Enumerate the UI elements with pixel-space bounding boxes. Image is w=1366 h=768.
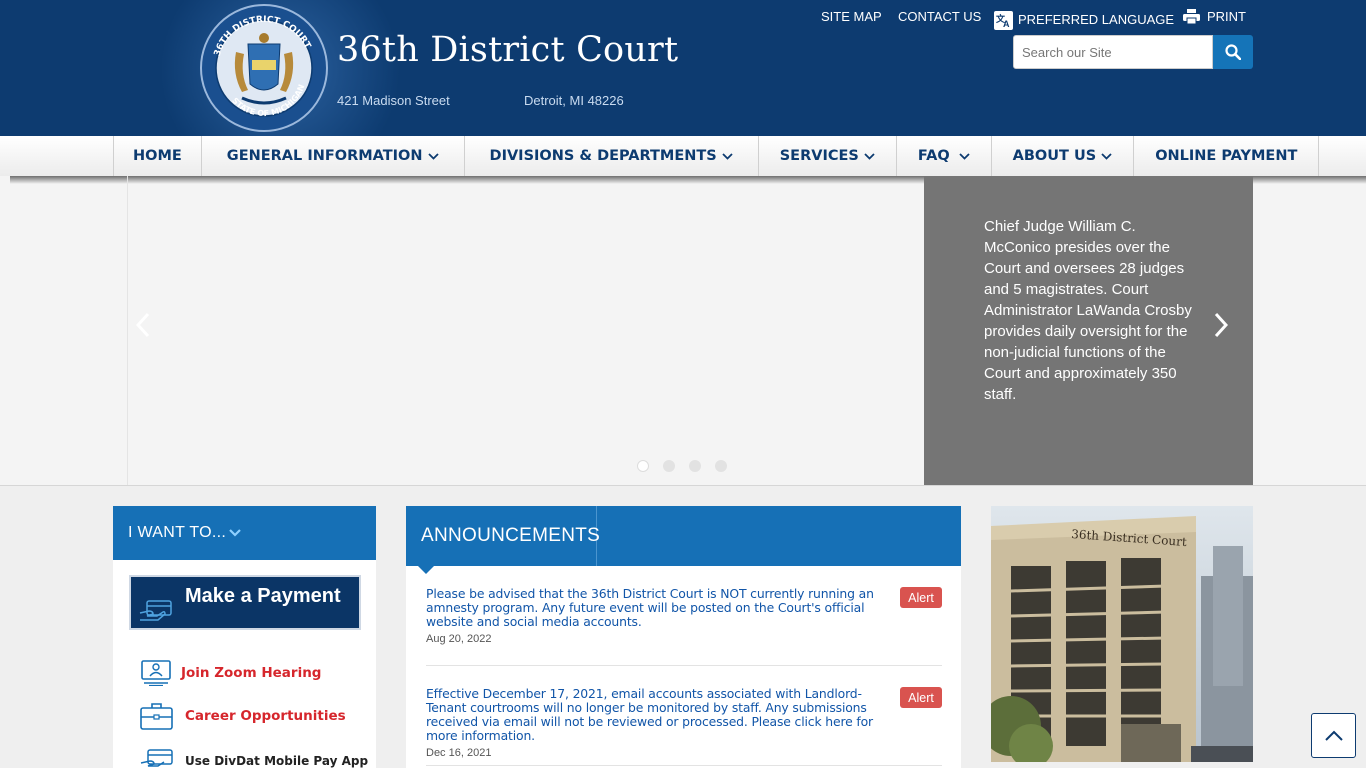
slider-dot-2[interactable] <box>663 460 675 472</box>
slider-dot-1[interactable] <box>637 460 649 472</box>
nav-about-us-label: ABOUT US <box>1012 148 1097 164</box>
site-map-link[interactable]: SITE MAP <box>821 9 882 24</box>
search-icon <box>1225 44 1241 60</box>
announcements-header: ANNOUNCEMENTS <box>406 506 961 574</box>
chevron-down-icon <box>722 152 733 160</box>
nav-general-information-label: GENERAL INFORMATION <box>226 148 423 164</box>
nav-services-label: SERVICES <box>779 148 859 164</box>
announcements-panel: ANNOUNCEMENTS Please be advised that the… <box>406 506 961 768</box>
chevron-down-icon <box>864 152 875 160</box>
slider-prev-button[interactable] <box>128 310 158 340</box>
nav-divisions-departments-label: DIVISIONS & DEPARTMENTS <box>489 148 717 164</box>
main-navigation: HOME GENERAL INFORMATION DIVISIONS & DEP… <box>0 136 1366 176</box>
courthouse-illustration: 36th District Court <box>991 506 1253 762</box>
nav-about-us[interactable]: ABOUT US <box>992 136 1135 176</box>
chevron-down-icon <box>959 152 970 160</box>
slide-caption-text: Chief Judge William C. McConico presides… <box>984 218 1192 403</box>
announcement-item: Effective December 17, 2021, email accou… <box>426 687 942 759</box>
site-header: 36TH DISTRICT COURT STATE OF MICHIGAN 36… <box>0 0 1366 200</box>
preferred-language-link[interactable]: 文A PREFERRED LANGUAGE <box>994 9 1174 30</box>
i-want-to-panel: I WANT TO... Make a Payment Join Zoom He… <box>113 506 376 768</box>
career-opportunities-link[interactable]: Career Opportunities <box>140 702 346 730</box>
site-map-label: SITE MAP <box>821 9 882 24</box>
announcements-tab[interactable]: ANNOUNCEMENTS <box>406 506 601 566</box>
card-payment-icon <box>139 599 172 621</box>
slide-caption-panel: Chief Judge William C. McConico presides… <box>924 176 1253 486</box>
announcement-link[interactable]: Effective December 17, 2021, email accou… <box>426 687 896 743</box>
make-a-payment-label: Make a Payment <box>185 585 341 607</box>
contact-us-label: CONTACT US <box>898 9 982 24</box>
search-input[interactable] <box>1013 35 1213 69</box>
nav-home-label: HOME <box>133 148 182 164</box>
print-link[interactable]: PRINT <box>1183 9 1246 24</box>
site-title[interactable]: 36th District Court <box>337 30 678 70</box>
nav-online-payment[interactable]: ONLINE PAYMENT <box>1134 136 1320 176</box>
search-button[interactable] <box>1213 35 1253 69</box>
contact-us-link[interactable]: CONTACT US <box>898 9 981 24</box>
alert-badge: Alert <box>900 587 942 608</box>
chevron-down-icon <box>229 529 241 537</box>
address-street: 421 Madison Street <box>337 93 450 108</box>
courthouse-photo: 36th District Court <box>991 506 1253 762</box>
back-to-top-button[interactable] <box>1311 713 1356 758</box>
tab-pointer <box>418 566 434 574</box>
nav-online-payment-label: ONLINE PAYMENT <box>1155 148 1298 164</box>
chevron-right-icon <box>1214 312 1228 338</box>
hero-slider: Chief Judge William C. McConico presides… <box>0 176 1366 486</box>
announcement-divider <box>426 665 942 666</box>
divdat-mobile-pay-link[interactable]: Use DivDat Mobile Pay App <box>140 749 368 768</box>
nav-divisions-departments[interactable]: DIVISIONS & DEPARTMENTS <box>465 136 759 176</box>
career-opportunities-label: Career Opportunities <box>185 708 346 724</box>
make-a-payment-button[interactable]: Make a Payment <box>129 575 361 630</box>
announcement-divider <box>426 765 942 766</box>
translate-icon: 文A <box>994 11 1013 30</box>
mobile-pay-icon <box>140 749 173 767</box>
nav-services[interactable]: SERVICES <box>759 136 897 176</box>
printer-icon <box>1183 9 1200 24</box>
preferred-language-label: PREFERRED LANGUAGE <box>1018 12 1175 27</box>
chevron-up-icon <box>1324 730 1343 741</box>
site-search <box>1013 35 1253 69</box>
address-city: Detroit, MI 48226 <box>524 93 624 108</box>
briefcase-icon <box>140 703 173 730</box>
chevron-down-icon <box>1101 152 1112 160</box>
chevron-left-icon <box>136 312 150 338</box>
nav-faq[interactable]: FAQ <box>897 136 992 176</box>
nav-faq-label: FAQ <box>917 148 950 164</box>
announcement-item: Please be advised that the 36th District… <box>426 587 942 645</box>
announcement-link[interactable]: Please be advised that the 36th District… <box>426 587 896 629</box>
divdat-mobile-pay-label: Use DivDat Mobile Pay App <box>185 754 369 768</box>
i-want-to-title: I WANT TO... <box>128 524 227 541</box>
slider-pagination <box>637 460 727 472</box>
slider-dot-4[interactable] <box>715 460 727 472</box>
announcement-date: Dec 16, 2021 <box>426 747 492 759</box>
i-want-to-toggle[interactable]: I WANT TO... <box>113 506 376 560</box>
join-zoom-hearing-label: Join Zoom Hearing <box>181 665 322 681</box>
slider-next-button[interactable] <box>1206 310 1236 340</box>
chevron-down-icon <box>427 152 439 160</box>
nav-home[interactable]: HOME <box>114 136 202 176</box>
join-zoom-hearing-link[interactable]: Join Zoom Hearing <box>140 660 321 686</box>
print-label: PRINT <box>1207 9 1246 24</box>
court-seal-logo[interactable]: 36TH DISTRICT COURT STATE OF MICHIGAN <box>200 4 328 132</box>
video-meeting-icon <box>141 660 171 686</box>
alert-badge: Alert <box>900 687 942 708</box>
slider-dot-3[interactable] <box>689 460 701 472</box>
nav-general-information[interactable]: GENERAL INFORMATION <box>202 136 465 176</box>
announcements-title: ANNOUNCEMENTS <box>421 525 601 546</box>
announcement-date: Aug 20, 2022 <box>426 633 492 645</box>
